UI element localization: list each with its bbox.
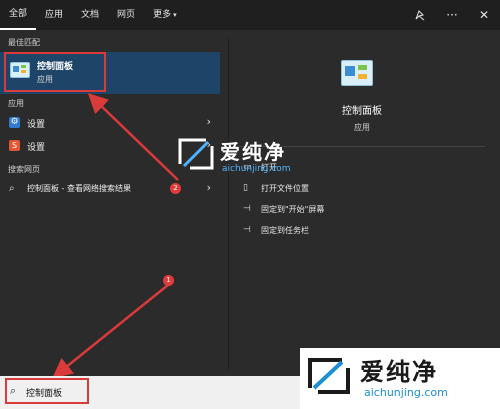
app-item-settings[interactable]: ⚙ 设置 › [0, 112, 220, 134]
tab-all[interactable]: 全部 [0, 0, 37, 30]
details-title: 控制面板 [342, 106, 382, 117]
details-pane: 控制面板 应用 ▭ 打开 ▯ 打开文件位置 ⊣ 固定到"开始"屏幕 ⊣ 固定到任… [228, 38, 495, 370]
watermark-url: aichunjing.com [222, 164, 291, 174]
watermark-logo [308, 358, 350, 394]
control-panel-icon [341, 60, 373, 86]
tab-apps[interactable]: 应用 [36, 0, 72, 30]
gear-icon: ⚙ [9, 117, 20, 128]
chevron-right-icon[interactable]: › [207, 115, 211, 128]
action-label: 打开文件位置 [261, 184, 309, 193]
chevron-down-icon: ▾ [173, 11, 177, 19]
app-item-label: 设置 [27, 143, 46, 153]
watermark-logo [178, 138, 214, 170]
details-subtitle: 应用 [354, 123, 370, 132]
watermark-text: 爱纯净 [220, 140, 286, 164]
step-badge-1: 1 [163, 275, 174, 286]
best-match-heading: 最佳匹配 [8, 38, 40, 47]
pin-icon: ⊣ [243, 225, 251, 235]
annotation-highlight-box [4, 52, 106, 92]
app-item-label: 设置 [27, 120, 46, 130]
action-label: 固定到任务栏 [261, 226, 309, 235]
search-icon: ⌕ [9, 183, 15, 194]
more-icon[interactable]: ··· [436, 0, 468, 30]
search-filter-bar: 全部 应用 文档 网页 更多 ▾ ··· ✕ [0, 0, 500, 30]
close-icon[interactable]: ✕ [468, 0, 500, 30]
search-web-heading: 搜索网页 [8, 165, 40, 174]
tab-more[interactable]: 更多 ▾ [144, 0, 186, 30]
folder-icon: ▯ [243, 183, 248, 193]
tab-web[interactable]: 网页 [108, 0, 144, 30]
tab-documents[interactable]: 文档 [72, 0, 108, 30]
results-pane: 最佳匹配 控制面板 应用 应用 ⚙ 设置 › S 设置 › 搜索网页 ⌕ 控制面… [0, 30, 220, 370]
shield-icon: S [9, 140, 20, 151]
tab-more-label: 更多 [153, 10, 172, 20]
watermark-overlay: 爱纯净 aichunjing.com [176, 134, 316, 184]
apps-heading: 应用 [8, 99, 24, 108]
watermark-corner: 爱纯净 aichunjing.com [300, 348, 500, 409]
pin-icon: ⊣ [243, 204, 251, 214]
step-badge-2: 2 [170, 183, 181, 194]
annotation-search-box [5, 378, 89, 404]
web-search-label: 控制面板 - 查看网络搜索结果 [27, 184, 131, 193]
feedback-icon[interactable] [404, 0, 436, 30]
watermark-url: aichunjing.com [364, 386, 448, 399]
action-label: 固定到"开始"屏幕 [261, 205, 325, 214]
watermark-text: 爱纯净 [360, 358, 438, 386]
